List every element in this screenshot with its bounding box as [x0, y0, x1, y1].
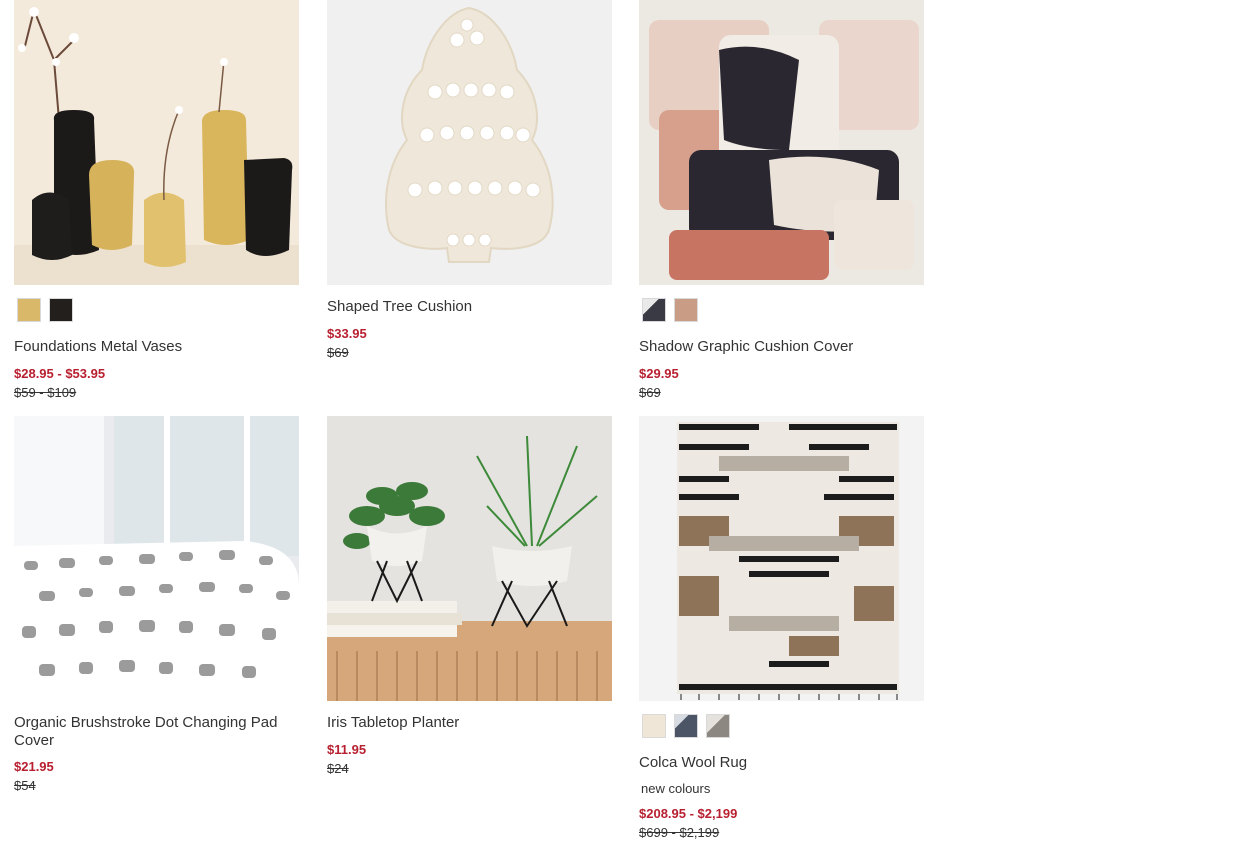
swatch-slate[interactable] [674, 714, 698, 738]
swatch-black[interactable] [49, 298, 73, 322]
product-image-link[interactable] [14, 0, 299, 285]
swatch-grey[interactable] [706, 714, 730, 738]
product-image-link[interactable] [639, 0, 924, 285]
planter-photo [327, 416, 612, 701]
vases-photo [14, 0, 299, 285]
color-swatches [642, 714, 730, 738]
sale-price: $28.95 - $53.95 [14, 366, 106, 381]
product-image-link[interactable] [639, 416, 924, 701]
color-swatches [17, 298, 73, 322]
product-image-link[interactable] [14, 416, 299, 701]
sale-price: $33.95 [327, 326, 367, 341]
product-name-link[interactable]: Shaped Tree Cushion [327, 298, 612, 316]
swatch-ivory[interactable] [642, 714, 666, 738]
product-name-link[interactable]: Foundations Metal Vases [14, 338, 299, 356]
sale-price: $21.95 [14, 759, 54, 774]
product-image-link[interactable] [327, 416, 612, 701]
product-name-link[interactable]: Shadow Graphic Cushion Cover [639, 338, 924, 356]
original-price: $59 - $109 [14, 385, 77, 400]
swatch-gold[interactable] [17, 298, 41, 322]
changing-pad-photo [14, 416, 299, 701]
cushion-cover-photo [639, 0, 924, 285]
sale-price: $208.95 - $2,199 [639, 806, 738, 821]
product-name-link[interactable]: Iris Tabletop Planter [327, 714, 612, 732]
color-swatches [642, 298, 698, 322]
new-colours-note: new colours [641, 781, 711, 796]
tree-cushion-photo [327, 0, 612, 285]
sale-price: $11.95 [327, 742, 367, 757]
product-name-link[interactable]: Colca Wool Rug [639, 754, 924, 772]
original-price: $24 [327, 761, 349, 776]
product-name-link[interactable]: Organic Brushstroke Dot Changing Pad Cov… [14, 714, 299, 750]
rug-photo [639, 416, 924, 701]
sale-price: $29.95 [639, 366, 679, 381]
original-price: $69 [327, 345, 349, 360]
original-price: $69 [639, 385, 661, 400]
swatch-terracotta[interactable] [674, 298, 698, 322]
original-price: $699 - $2,199 [639, 825, 720, 840]
product-image-link[interactable] [327, 0, 612, 285]
swatch-black-white[interactable] [642, 298, 666, 322]
original-price: $54 [14, 778, 36, 793]
